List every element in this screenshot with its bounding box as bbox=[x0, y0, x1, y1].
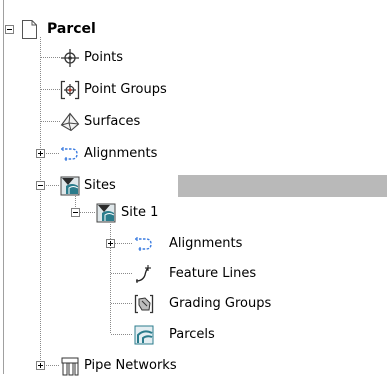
tree-node-label: Feature Lines bbox=[169, 266, 257, 281]
feature-line-icon bbox=[135, 265, 151, 283]
collapse-toggle-icon[interactable] bbox=[5, 25, 14, 34]
tree-node-label: Sites bbox=[84, 178, 116, 193]
selection-highlight bbox=[178, 175, 387, 197]
tree-node-surfaces[interactable]: Surfaces bbox=[0, 111, 387, 133]
tree-node-label: Parcel bbox=[47, 21, 96, 37]
site-icon bbox=[60, 176, 80, 196]
tree-node-point-groups[interactable]: Point Groups bbox=[0, 79, 387, 101]
tree-node-label: Grading Groups bbox=[169, 296, 272, 311]
tree-node-label: Site 1 bbox=[121, 205, 159, 220]
tree-node-label: Alignments bbox=[84, 146, 158, 161]
tree-node-parcels[interactable]: Parcels bbox=[0, 324, 387, 346]
tree-node-label: Alignments bbox=[169, 236, 243, 251]
tree-node-label: Point Groups bbox=[84, 82, 167, 97]
expand-toggle-icon[interactable] bbox=[36, 149, 45, 158]
tree-node-feature-lines[interactable]: Feature Lines bbox=[0, 263, 387, 285]
alignment-icon bbox=[135, 237, 152, 251]
collapse-toggle-icon[interactable] bbox=[36, 181, 45, 190]
tree-node-sites[interactable]: Sites bbox=[0, 175, 387, 197]
tree-node-label: Points bbox=[84, 50, 124, 65]
tree-node-parcel[interactable]: Parcel bbox=[0, 19, 387, 41]
alignment-icon bbox=[61, 147, 78, 161]
point-group-icon bbox=[60, 80, 80, 100]
point-icon bbox=[61, 49, 79, 67]
tree-node-grading-groups[interactable]: Grading Groups bbox=[0, 293, 387, 315]
tree-node-alignments[interactable]: Alignments bbox=[0, 143, 387, 165]
parcel-document-icon bbox=[22, 20, 37, 39]
expand-toggle-icon[interactable] bbox=[36, 361, 45, 370]
tree-node-label: Surfaces bbox=[84, 114, 141, 129]
tree-node-site-1[interactable]: Site 1 bbox=[0, 202, 387, 224]
tree-node-points[interactable]: Points bbox=[0, 47, 387, 69]
grading-group-icon bbox=[134, 294, 154, 314]
surface-icon bbox=[60, 112, 80, 132]
tree-node-site-alignments[interactable]: Alignments bbox=[0, 233, 387, 255]
expand-toggle-icon[interactable] bbox=[106, 239, 115, 248]
tree-node-label: Pipe Networks bbox=[84, 358, 177, 373]
tree-node-label: Parcels bbox=[169, 327, 215, 342]
parcel-icon bbox=[134, 325, 154, 345]
pipe-network-icon bbox=[61, 357, 79, 376]
collapse-toggle-icon[interactable] bbox=[71, 208, 80, 217]
site-icon bbox=[96, 203, 116, 223]
prospector-tree-panel: Parcel Points Point Groups Surfaces Alig… bbox=[0, 0, 387, 376]
